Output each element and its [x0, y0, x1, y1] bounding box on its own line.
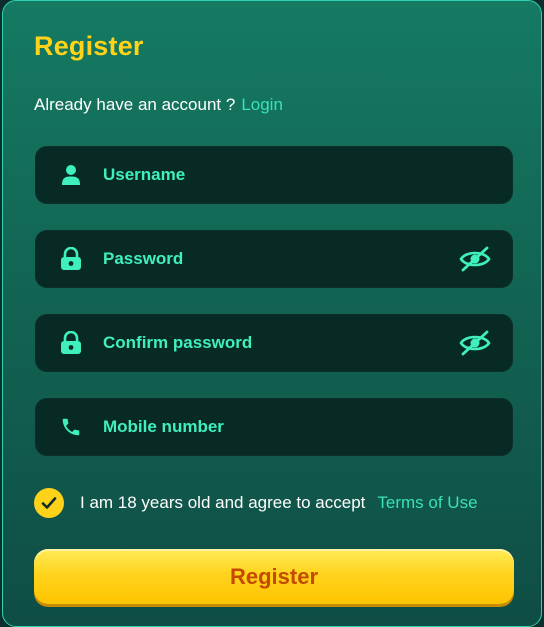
- agreement-row: I am 18 years old and agree to accept Te…: [34, 488, 478, 518]
- password-field[interactable]: Password: [35, 230, 513, 288]
- checkmark-icon: [41, 497, 57, 509]
- mobile-number-placeholder: Mobile number: [103, 417, 224, 436]
- confirm-password-field[interactable]: Confirm password: [35, 314, 513, 372]
- username-placeholder: Username: [103, 165, 186, 184]
- page-title: Register: [34, 31, 144, 61]
- lock-icon: [59, 331, 83, 355]
- register-button[interactable]: Register: [34, 549, 514, 604]
- user-icon: [59, 163, 83, 187]
- agreement-text: I am 18 years old and agree to accept: [80, 493, 366, 512]
- terms-of-use-link[interactable]: Terms of Use: [377, 493, 477, 513]
- eye-off-icon[interactable]: [459, 329, 491, 357]
- phone-icon: [59, 415, 83, 439]
- login-prompt-text: Already have an account ?: [34, 95, 236, 114]
- confirm-password-placeholder: Confirm password: [103, 333, 253, 352]
- username-field[interactable]: Username: [35, 146, 513, 204]
- login-prompt: Already have an account ? Login: [34, 95, 283, 115]
- agree-checkbox[interactable]: [34, 488, 64, 518]
- eye-off-icon[interactable]: [459, 245, 491, 273]
- password-placeholder: Password: [103, 249, 184, 268]
- register-button-label: Register: [229, 563, 319, 589]
- register-card: Register Already have an account ? Login …: [2, 0, 542, 627]
- login-link[interactable]: Login: [241, 95, 283, 114]
- mobile-number-field[interactable]: Mobile number: [35, 398, 513, 456]
- lock-icon: [59, 247, 83, 271]
